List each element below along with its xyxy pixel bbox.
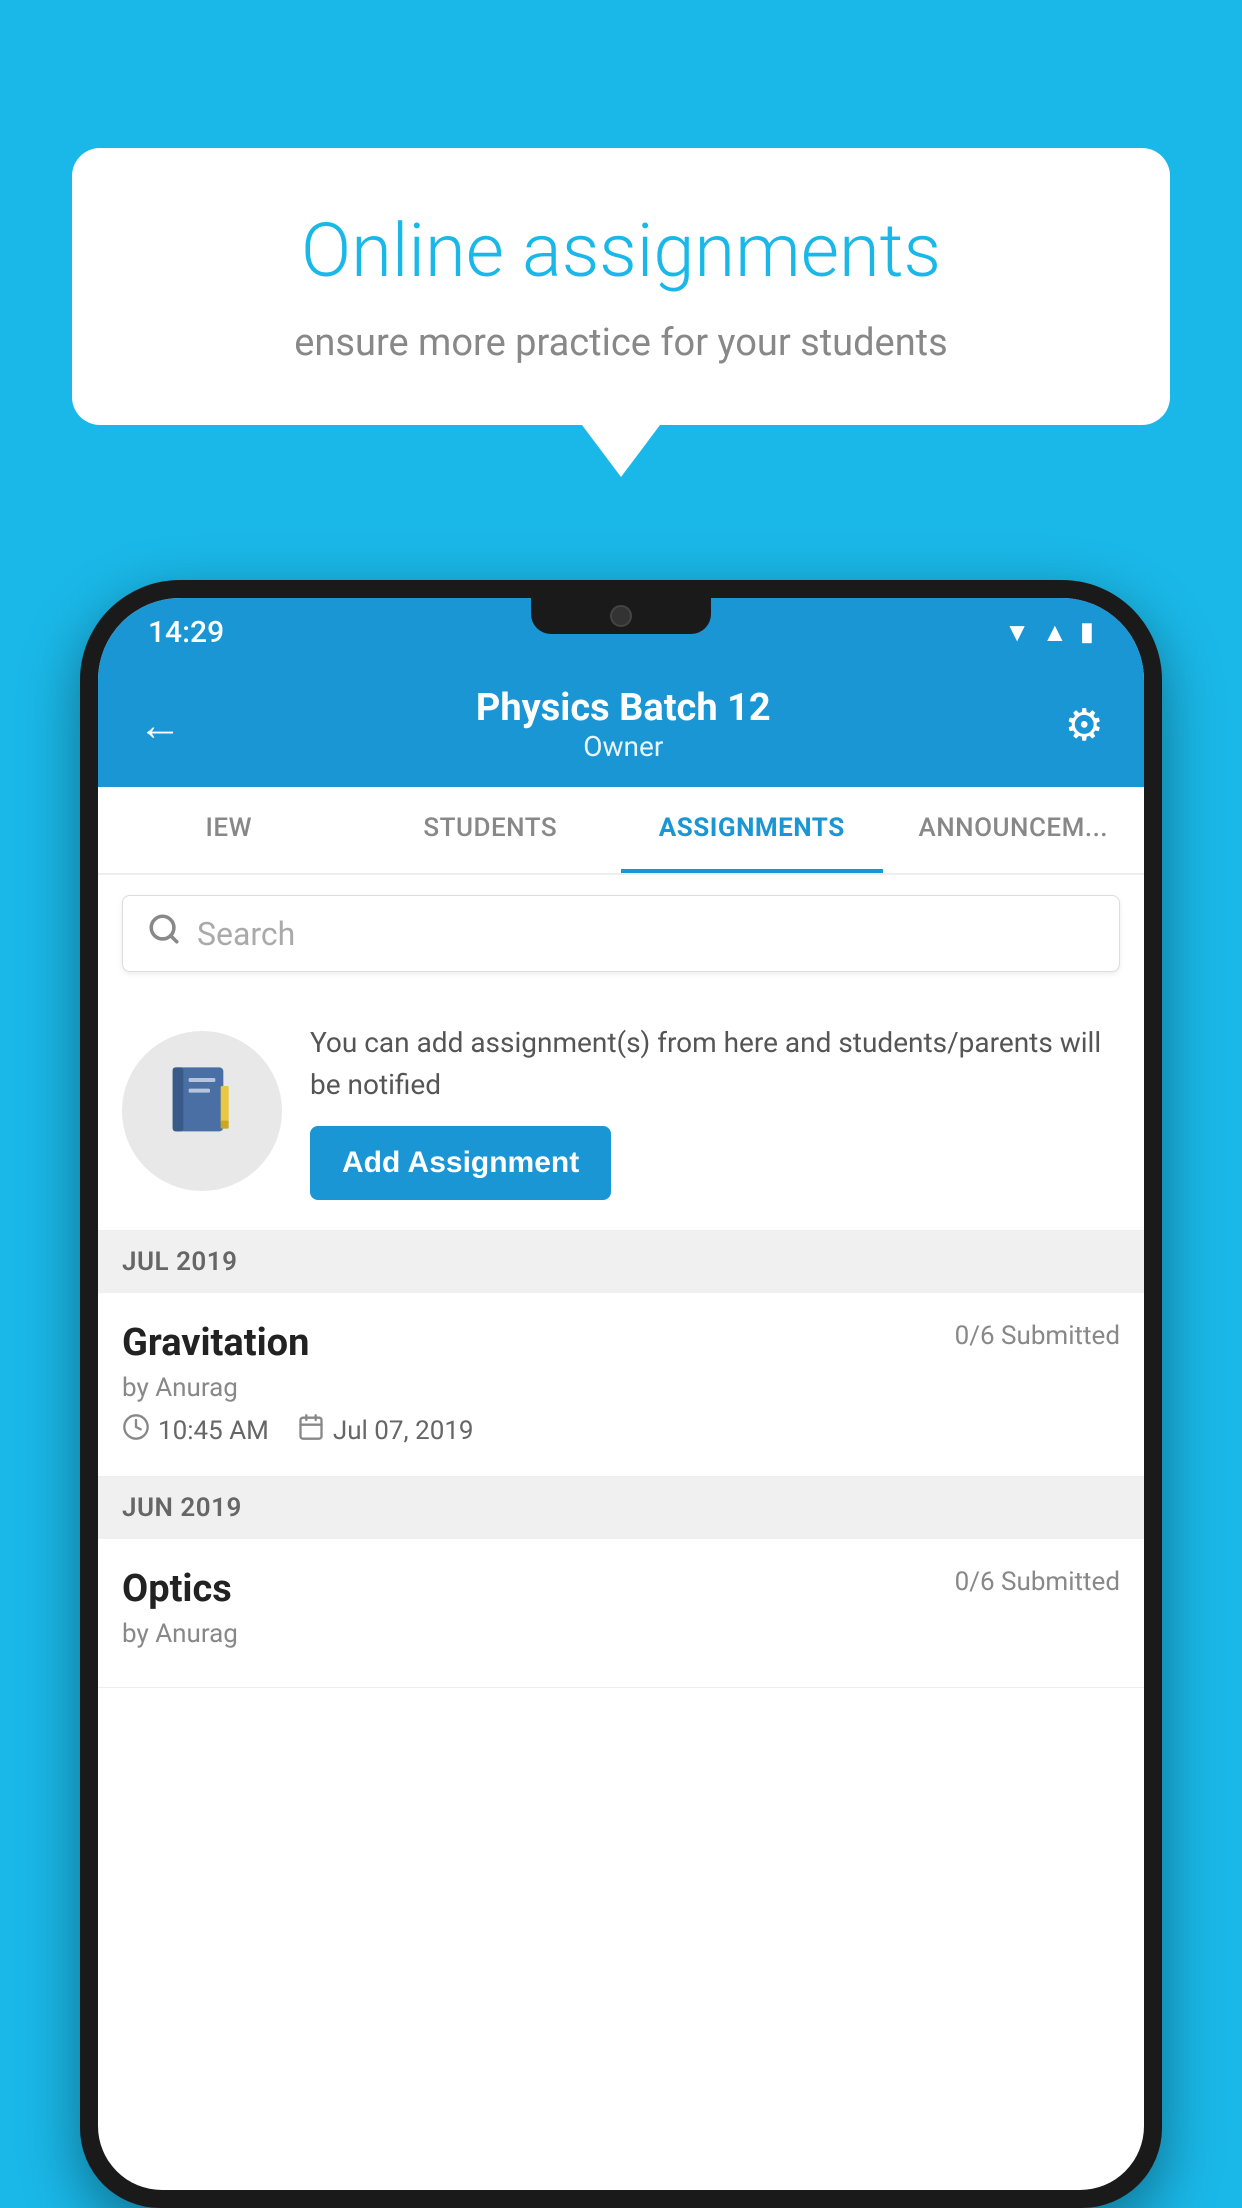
status-time: 14:29	[148, 615, 224, 650]
back-button[interactable]: ←	[138, 699, 182, 751]
time-text-gravitation: 10:45 AM	[158, 1416, 269, 1446]
header-center: Physics Batch 12 Owner	[476, 686, 771, 763]
assignment-item-gravitation[interactable]: Gravitation 0/6 Submitted by Anurag 10:4…	[98, 1293, 1144, 1477]
screen-content: Search	[98, 875, 1144, 2190]
search-placeholder: Search	[197, 915, 295, 953]
bubble-subtitle: ensure more practice for your students	[132, 321, 1110, 365]
promo-text: You can add assignment(s) from here and …	[310, 1022, 1120, 1106]
phone-notch	[531, 598, 711, 634]
search-bar[interactable]: Search	[122, 895, 1120, 972]
settings-icon[interactable]: ⚙	[1065, 699, 1104, 751]
assignment-author-optics: by Anurag	[122, 1619, 1120, 1649]
assignment-meta-gravitation: 10:45 AM Jul 07, 2019	[122, 1413, 1120, 1448]
phone-frame: 14:29 ▼ ▲ ▮ ← Physics Batch 12 Owner ⚙ I…	[80, 580, 1162, 2208]
tab-students[interactable]: STUDENTS	[360, 787, 622, 873]
phone-screen: 14:29 ▼ ▲ ▮ ← Physics Batch 12 Owner ⚙ I…	[98, 598, 1144, 2190]
status-icons: ▼ ▲ ▮	[1004, 617, 1094, 648]
assignment-row1: Gravitation 0/6 Submitted	[122, 1321, 1120, 1365]
camera-dot	[610, 605, 632, 627]
notebook-icon	[162, 1062, 242, 1160]
date-text-gravitation: Jul 07, 2019	[333, 1416, 474, 1446]
assignment-item-optics[interactable]: Optics 0/6 Submitted by Anurag	[98, 1539, 1144, 1688]
assignment-status-optics: 0/6 Submitted	[955, 1567, 1120, 1597]
promo-content: You can add assignment(s) from here and …	[310, 1022, 1120, 1200]
battery-icon: ▮	[1080, 617, 1094, 647]
wifi-icon: ▼	[1004, 617, 1030, 648]
clock-icon	[122, 1413, 150, 1448]
tab-assignments[interactable]: ASSIGNMENTS	[621, 787, 883, 873]
assignment-name-optics: Optics	[122, 1567, 232, 1611]
tabs-bar: IEW STUDENTS ASSIGNMENTS ANNOUNCEM...	[98, 787, 1144, 875]
assignment-status-gravitation: 0/6 Submitted	[955, 1321, 1120, 1351]
search-container: Search	[98, 875, 1144, 992]
app-header: ← Physics Batch 12 Owner ⚙	[98, 666, 1144, 787]
bubble-title: Online assignments	[132, 208, 1110, 297]
add-assignment-button[interactable]: Add Assignment	[310, 1126, 611, 1200]
assignment-name-gravitation: Gravitation	[122, 1321, 309, 1365]
assignment-time-gravitation: 10:45 AM	[122, 1413, 269, 1448]
promo-bubble: Online assignments ensure more practice …	[72, 148, 1170, 425]
tab-view[interactable]: IEW	[98, 787, 360, 873]
section-header-jul2019: JUL 2019	[98, 1231, 1144, 1293]
tab-announcements[interactable]: ANNOUNCEM...	[883, 787, 1145, 873]
promo-card: You can add assignment(s) from here and …	[98, 992, 1144, 1231]
assignment-row1-optics: Optics 0/6 Submitted	[122, 1567, 1120, 1611]
assignment-author-gravitation: by Anurag	[122, 1373, 1120, 1403]
assignment-date-gravitation: Jul 07, 2019	[297, 1413, 474, 1448]
header-subtitle: Owner	[476, 730, 771, 763]
calendar-icon	[297, 1413, 325, 1448]
signal-icon: ▲	[1042, 617, 1068, 648]
promo-icon-circle	[122, 1031, 282, 1191]
header-title: Physics Batch 12	[476, 686, 771, 730]
section-header-jun2019: JUN 2019	[98, 1477, 1144, 1539]
search-icon	[147, 912, 181, 955]
